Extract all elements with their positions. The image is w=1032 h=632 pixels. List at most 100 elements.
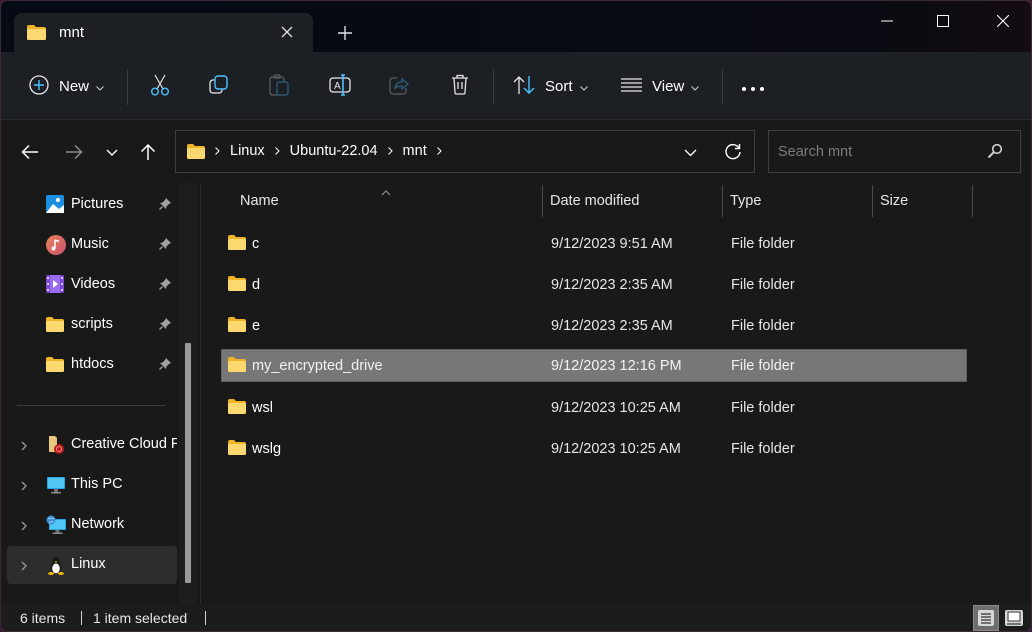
paste-button[interactable]	[268, 70, 290, 102]
search-icon[interactable]	[987, 143, 1003, 162]
tab-mnt[interactable]: mnt	[14, 13, 313, 52]
sidebar-item-network[interactable]: Network	[7, 506, 177, 544]
file-name: wslg	[252, 441, 282, 457]
pin-icon[interactable]	[159, 357, 172, 373]
back-button[interactable]	[18, 140, 42, 164]
folder-icon	[46, 355, 66, 375]
sidebar-scrollbar-thumb[interactable]	[185, 343, 191, 583]
column-header-name[interactable]: Name	[240, 185, 279, 217]
copy-button[interactable]	[208, 70, 230, 102]
file-date: 9/12/2023 10:25 AM	[551, 400, 681, 416]
close-tab-icon[interactable]	[278, 23, 296, 41]
breadcrumb-ubuntu[interactable]: Ubuntu-22.04	[290, 143, 378, 159]
file-row[interactable]: wsl 9/12/2023 10:25 AM File folder	[221, 391, 967, 424]
file-row[interactable]: wslg 9/12/2023 10:25 AM File folder	[221, 432, 967, 465]
close-window-button[interactable]	[983, 9, 1023, 33]
chevron-right-icon[interactable]	[21, 518, 27, 534]
file-type: File folder	[731, 236, 795, 252]
maximize-button[interactable]	[923, 9, 963, 33]
pin-icon[interactable]	[159, 197, 172, 213]
chevron-right-icon[interactable]	[21, 558, 27, 574]
chevron-right-icon[interactable]	[436, 147, 442, 155]
sidebar-item-music[interactable]: Music	[7, 226, 177, 264]
sidebar-item-creative-cloud[interactable]: Creative Cloud Files	[7, 426, 177, 464]
view-button[interactable]: View	[621, 70, 700, 102]
rename-icon: A	[329, 73, 351, 99]
address-bar[interactable]: Linux Ubuntu-22.04 mnt	[175, 130, 755, 173]
cut-button[interactable]	[149, 70, 171, 102]
chevron-down-icon	[579, 78, 588, 94]
title-bar: mnt	[1, 1, 1031, 52]
refresh-button[interactable]	[723, 142, 743, 162]
share-button[interactable]	[388, 70, 410, 102]
pin-icon[interactable]	[159, 317, 172, 333]
new-tab-button[interactable]	[335, 23, 355, 43]
sidebar-label: Creative Cloud Files	[71, 436, 177, 452]
file-row-selected[interactable]: my_encrypted_drive 9/12/2023 12:16 PM Fi…	[221, 349, 967, 382]
file-explorer-window: mnt New A Sort View Linux Ubuntu-22.04 m…	[0, 0, 1032, 632]
forward-button[interactable]	[62, 140, 86, 164]
file-type: File folder	[731, 277, 795, 293]
folder-icon	[228, 276, 246, 294]
svg-text:A: A	[334, 81, 341, 92]
sidebar-item-htdocs[interactable]: htdocs	[7, 346, 177, 384]
file-row[interactable]: e 9/12/2023 2:35 AM File folder	[221, 309, 967, 342]
column-resize-handle[interactable]	[722, 185, 723, 217]
network-icon	[46, 515, 66, 535]
chevron-down-icon	[96, 78, 104, 94]
sort-ascending-icon	[381, 183, 391, 199]
sidebar-item-videos[interactable]: Videos	[7, 266, 177, 304]
sort-icon	[513, 75, 535, 98]
sidebar-item-linux[interactable]: Linux	[7, 546, 177, 584]
file-name: c	[252, 236, 260, 252]
copy-icon	[209, 74, 229, 98]
folder-icon	[228, 399, 246, 417]
pin-icon[interactable]	[159, 237, 172, 253]
delete-button[interactable]	[449, 70, 471, 102]
file-row[interactable]: d 9/12/2023 2:35 AM File folder	[221, 268, 967, 301]
sort-button[interactable]: Sort	[513, 70, 588, 102]
more-icon	[742, 78, 764, 94]
file-row[interactable]: c 9/12/2023 9:51 AM File folder	[221, 227, 967, 260]
file-name: e	[252, 318, 261, 334]
new-button[interactable]: New	[29, 70, 104, 102]
recent-locations-button[interactable]	[100, 140, 124, 164]
chevron-right-icon[interactable]	[215, 147, 220, 155]
command-bar: New A Sort View	[1, 52, 1031, 120]
chevron-right-icon[interactable]	[21, 438, 27, 454]
new-label: New	[59, 77, 90, 95]
sidebar-item-pictures[interactable]: Pictures	[7, 186, 177, 224]
column-header-label: Name	[240, 193, 279, 209]
column-resize-handle[interactable]	[972, 185, 973, 217]
cut-icon	[150, 74, 170, 99]
rename-button[interactable]: A	[328, 70, 352, 102]
column-header-size[interactable]: Size	[880, 185, 908, 217]
sidebar-label: This PC	[71, 476, 123, 492]
column-header-type[interactable]: Type	[730, 185, 761, 217]
large-icons-view-button[interactable]	[1001, 605, 1027, 631]
column-resize-handle[interactable]	[872, 185, 873, 217]
breadcrumb-linux[interactable]: Linux	[230, 143, 265, 159]
breadcrumb-mnt[interactable]: mnt	[403, 143, 427, 159]
search-input[interactable]	[778, 141, 978, 163]
linux-icon	[46, 555, 66, 575]
chevron-right-icon[interactable]	[21, 478, 27, 494]
address-history-dropdown[interactable]	[680, 144, 700, 162]
column-header-date[interactable]: Date modified	[550, 185, 639, 217]
folder-icon	[46, 315, 66, 335]
sidebar-item-scripts[interactable]: scripts	[7, 306, 177, 344]
breadcrumb: Linux Ubuntu-22.04 mnt	[187, 143, 452, 159]
selection-count: 1 item selected	[93, 610, 188, 626]
up-button[interactable]	[136, 140, 160, 164]
pin-icon[interactable]	[159, 277, 172, 293]
chevron-right-icon[interactable]	[387, 147, 393, 155]
search-box[interactable]	[768, 130, 1021, 173]
chevron-right-icon[interactable]	[274, 147, 280, 155]
sidebar-item-this-pc[interactable]: This PC	[7, 466, 177, 504]
paste-icon	[269, 73, 289, 99]
more-options-button[interactable]	[741, 70, 765, 102]
details-view-button[interactable]	[973, 605, 999, 631]
column-resize-handle[interactable]	[542, 185, 543, 217]
minimize-button[interactable]	[867, 9, 907, 33]
videos-icon	[46, 275, 66, 295]
